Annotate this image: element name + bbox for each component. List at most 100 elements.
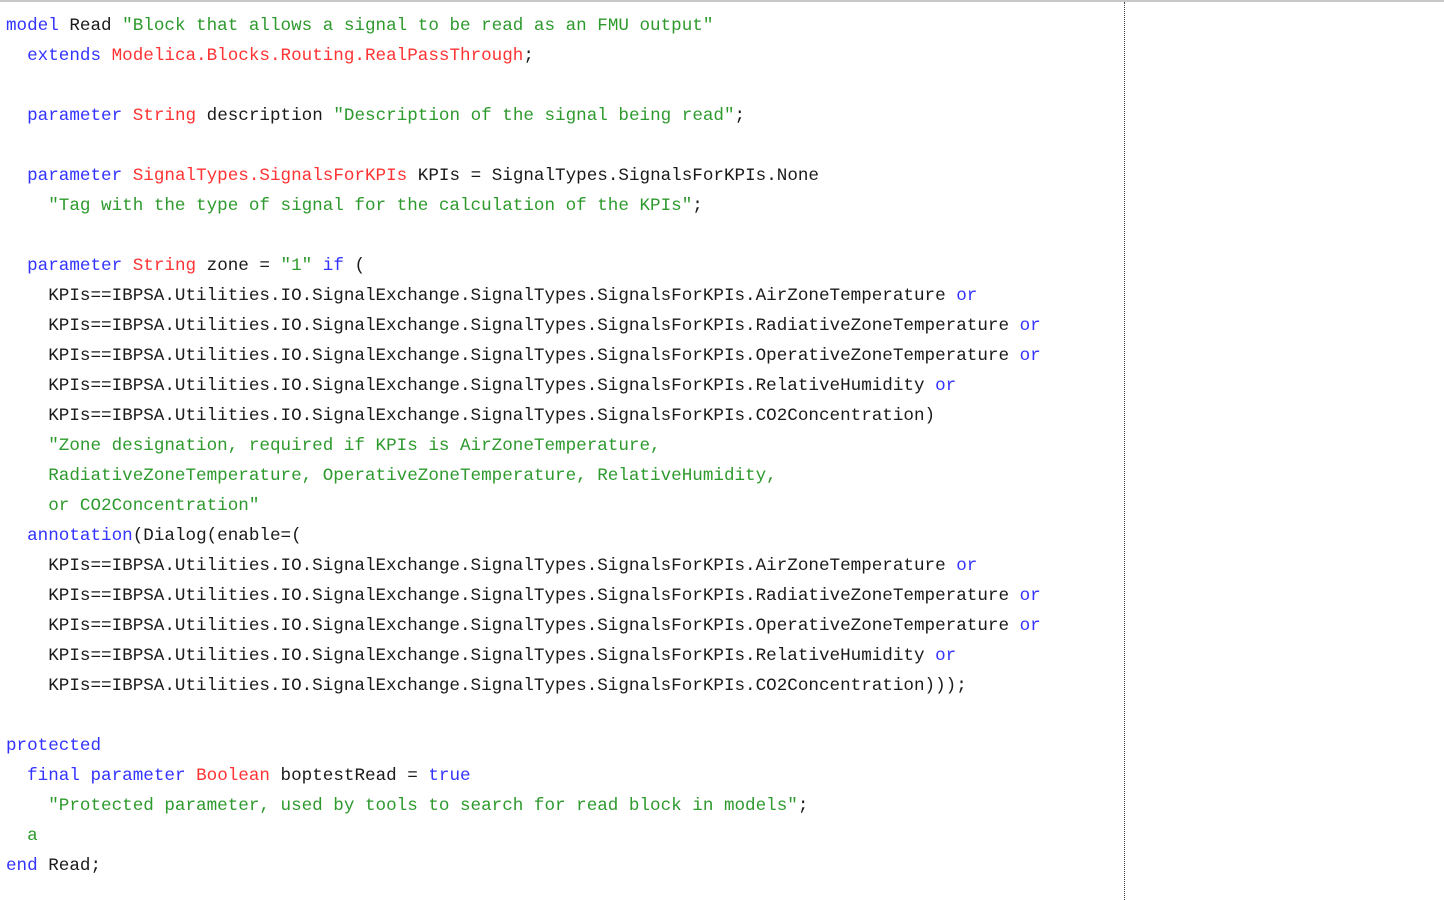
code-line[interactable]: RadiativeZoneTemperature, OperativeZoneT… <box>6 461 1041 491</box>
code-token: KPIs==IBPSA.Utilities.IO.SignalExchange.… <box>6 616 1020 636</box>
type-token: SignalTypes.SignalsForKPIs <box>132 166 408 186</box>
code-token: KPIs = SignalTypes.SignalsForKPIs.None <box>407 166 819 186</box>
code-token: zone = <box>196 256 281 276</box>
string-token: RadiativeZoneTemperature, OperativeZoneT… <box>48 466 777 486</box>
type-token: Boolean <box>196 766 270 786</box>
string-token: "Zone designation, required if KPIs is A… <box>48 436 661 456</box>
string-token: "Block that allows a signal to be read a… <box>122 16 714 36</box>
code-line[interactable] <box>6 701 1041 731</box>
type-token: String <box>132 256 197 276</box>
code-token: (Dialog(enable=( <box>132 526 302 546</box>
keyword-token: final <box>27 766 80 786</box>
code-line[interactable]: KPIs==IBPSA.Utilities.IO.SignalExchange.… <box>6 551 1041 581</box>
string-token: "1" <box>280 256 313 276</box>
keyword-token: extends <box>27 46 102 66</box>
code-token: Read; <box>37 856 102 876</box>
type-token: Modelica.Blocks.Routing.RealPassThrough <box>111 46 524 66</box>
code-line[interactable]: KPIs==IBPSA.Utilities.IO.SignalExchange.… <box>6 281 1041 311</box>
code-token: KPIs==IBPSA.Utilities.IO.SignalExchange.… <box>6 376 936 396</box>
code-line[interactable]: final parameter Boolean boptestRead = tr… <box>6 761 1041 791</box>
keyword-token: or <box>956 286 978 306</box>
code-line[interactable]: KPIs==IBPSA.Utilities.IO.SignalExchange.… <box>6 341 1041 371</box>
keyword-token: or <box>1019 346 1041 366</box>
keyword-token: parameter <box>90 766 186 786</box>
keyword-token: annotation <box>27 526 133 546</box>
keyword-token: or <box>1019 586 1041 606</box>
code-line[interactable] <box>6 71 1041 101</box>
code-token: KPIs==IBPSA.Utilities.IO.SignalExchange.… <box>6 286 957 306</box>
code-line[interactable] <box>6 221 1041 251</box>
type-token: String <box>132 106 197 126</box>
string-token: "Description of the signal being read" <box>333 106 735 126</box>
keyword-token: parameter <box>27 106 123 126</box>
code-line[interactable]: KPIs==IBPSA.Utilities.IO.SignalExchange.… <box>6 671 1041 701</box>
code-line[interactable]: "Protected parameter, used by tools to s… <box>6 791 1041 821</box>
code-editor[interactable]: model Read "Block that allows a signal t… <box>0 0 1444 900</box>
keyword-token: true <box>428 766 471 786</box>
code-token: boptestRead = <box>269 766 429 786</box>
code-line[interactable]: extends Modelica.Blocks.Routing.RealPass… <box>6 41 1041 71</box>
code-line[interactable]: model Read "Block that allows a signal t… <box>6 11 1041 41</box>
code-line[interactable]: a <box>6 821 1041 851</box>
keyword-token: parameter <box>27 166 123 186</box>
code-line[interactable]: parameter String zone = "1" if ( <box>6 251 1041 281</box>
code-line[interactable]: end Read; <box>6 851 1041 881</box>
print-margin-guide-line <box>1124 2 1125 900</box>
code-token: KPIs==IBPSA.Utilities.IO.SignalExchange.… <box>6 346 1020 366</box>
code-line[interactable] <box>6 131 1041 161</box>
code-token: ; <box>523 46 534 66</box>
code-line[interactable]: annotation(Dialog(enable=( <box>6 521 1041 551</box>
code-line[interactable]: KPIs==IBPSA.Utilities.IO.SignalExchange.… <box>6 401 1041 431</box>
code-token: ( <box>343 256 366 276</box>
keyword-token: model <box>6 16 59 36</box>
code-token: ; <box>734 106 746 126</box>
code-token: description <box>196 106 334 126</box>
keyword-token: or <box>1019 316 1041 336</box>
keyword-token: or <box>1019 616 1041 636</box>
code-line[interactable]: KPIs==IBPSA.Utilities.IO.SignalExchange.… <box>6 371 1041 401</box>
keyword-token: end <box>6 856 38 876</box>
keyword-token: protected <box>6 736 102 756</box>
code-line[interactable]: KPIs==IBPSA.Utilities.IO.SignalExchange.… <box>6 641 1041 671</box>
code-token: KPIs==IBPSA.Utilities.IO.SignalExchange.… <box>6 676 967 696</box>
keyword-token: parameter <box>27 256 123 276</box>
keyword-token: or <box>935 376 957 396</box>
code-text-area[interactable]: model Read "Block that allows a signal t… <box>6 11 1041 881</box>
code-line[interactable]: KPIs==IBPSA.Utilities.IO.SignalExchange.… <box>6 311 1041 341</box>
string-token: "Tag with the type of signal for the cal… <box>48 196 693 216</box>
keyword-token: if <box>322 256 344 276</box>
string-token: a <box>27 826 38 846</box>
code-token: KPIs==IBPSA.Utilities.IO.SignalExchange.… <box>6 406 936 426</box>
code-line[interactable]: parameter SignalTypes.SignalsForKPIs KPI… <box>6 161 1041 191</box>
code-line[interactable]: or CO2Concentration" <box>6 491 1041 521</box>
code-token: KPIs==IBPSA.Utilities.IO.SignalExchange.… <box>6 586 1020 606</box>
string-token: or CO2Concentration" <box>48 496 260 516</box>
code-line[interactable]: "Zone designation, required if KPIs is A… <box>6 431 1041 461</box>
code-line[interactable]: protected <box>6 731 1041 761</box>
code-token: KPIs==IBPSA.Utilities.IO.SignalExchange.… <box>6 556 957 576</box>
code-line[interactable]: parameter String description "Descriptio… <box>6 101 1041 131</box>
code-line[interactable]: "Tag with the type of signal for the cal… <box>6 191 1041 221</box>
code-token: Read <box>58 16 123 36</box>
code-line[interactable]: KPIs==IBPSA.Utilities.IO.SignalExchange.… <box>6 581 1041 611</box>
code-line[interactable]: KPIs==IBPSA.Utilities.IO.SignalExchange.… <box>6 611 1041 641</box>
code-token: ; <box>797 796 809 816</box>
